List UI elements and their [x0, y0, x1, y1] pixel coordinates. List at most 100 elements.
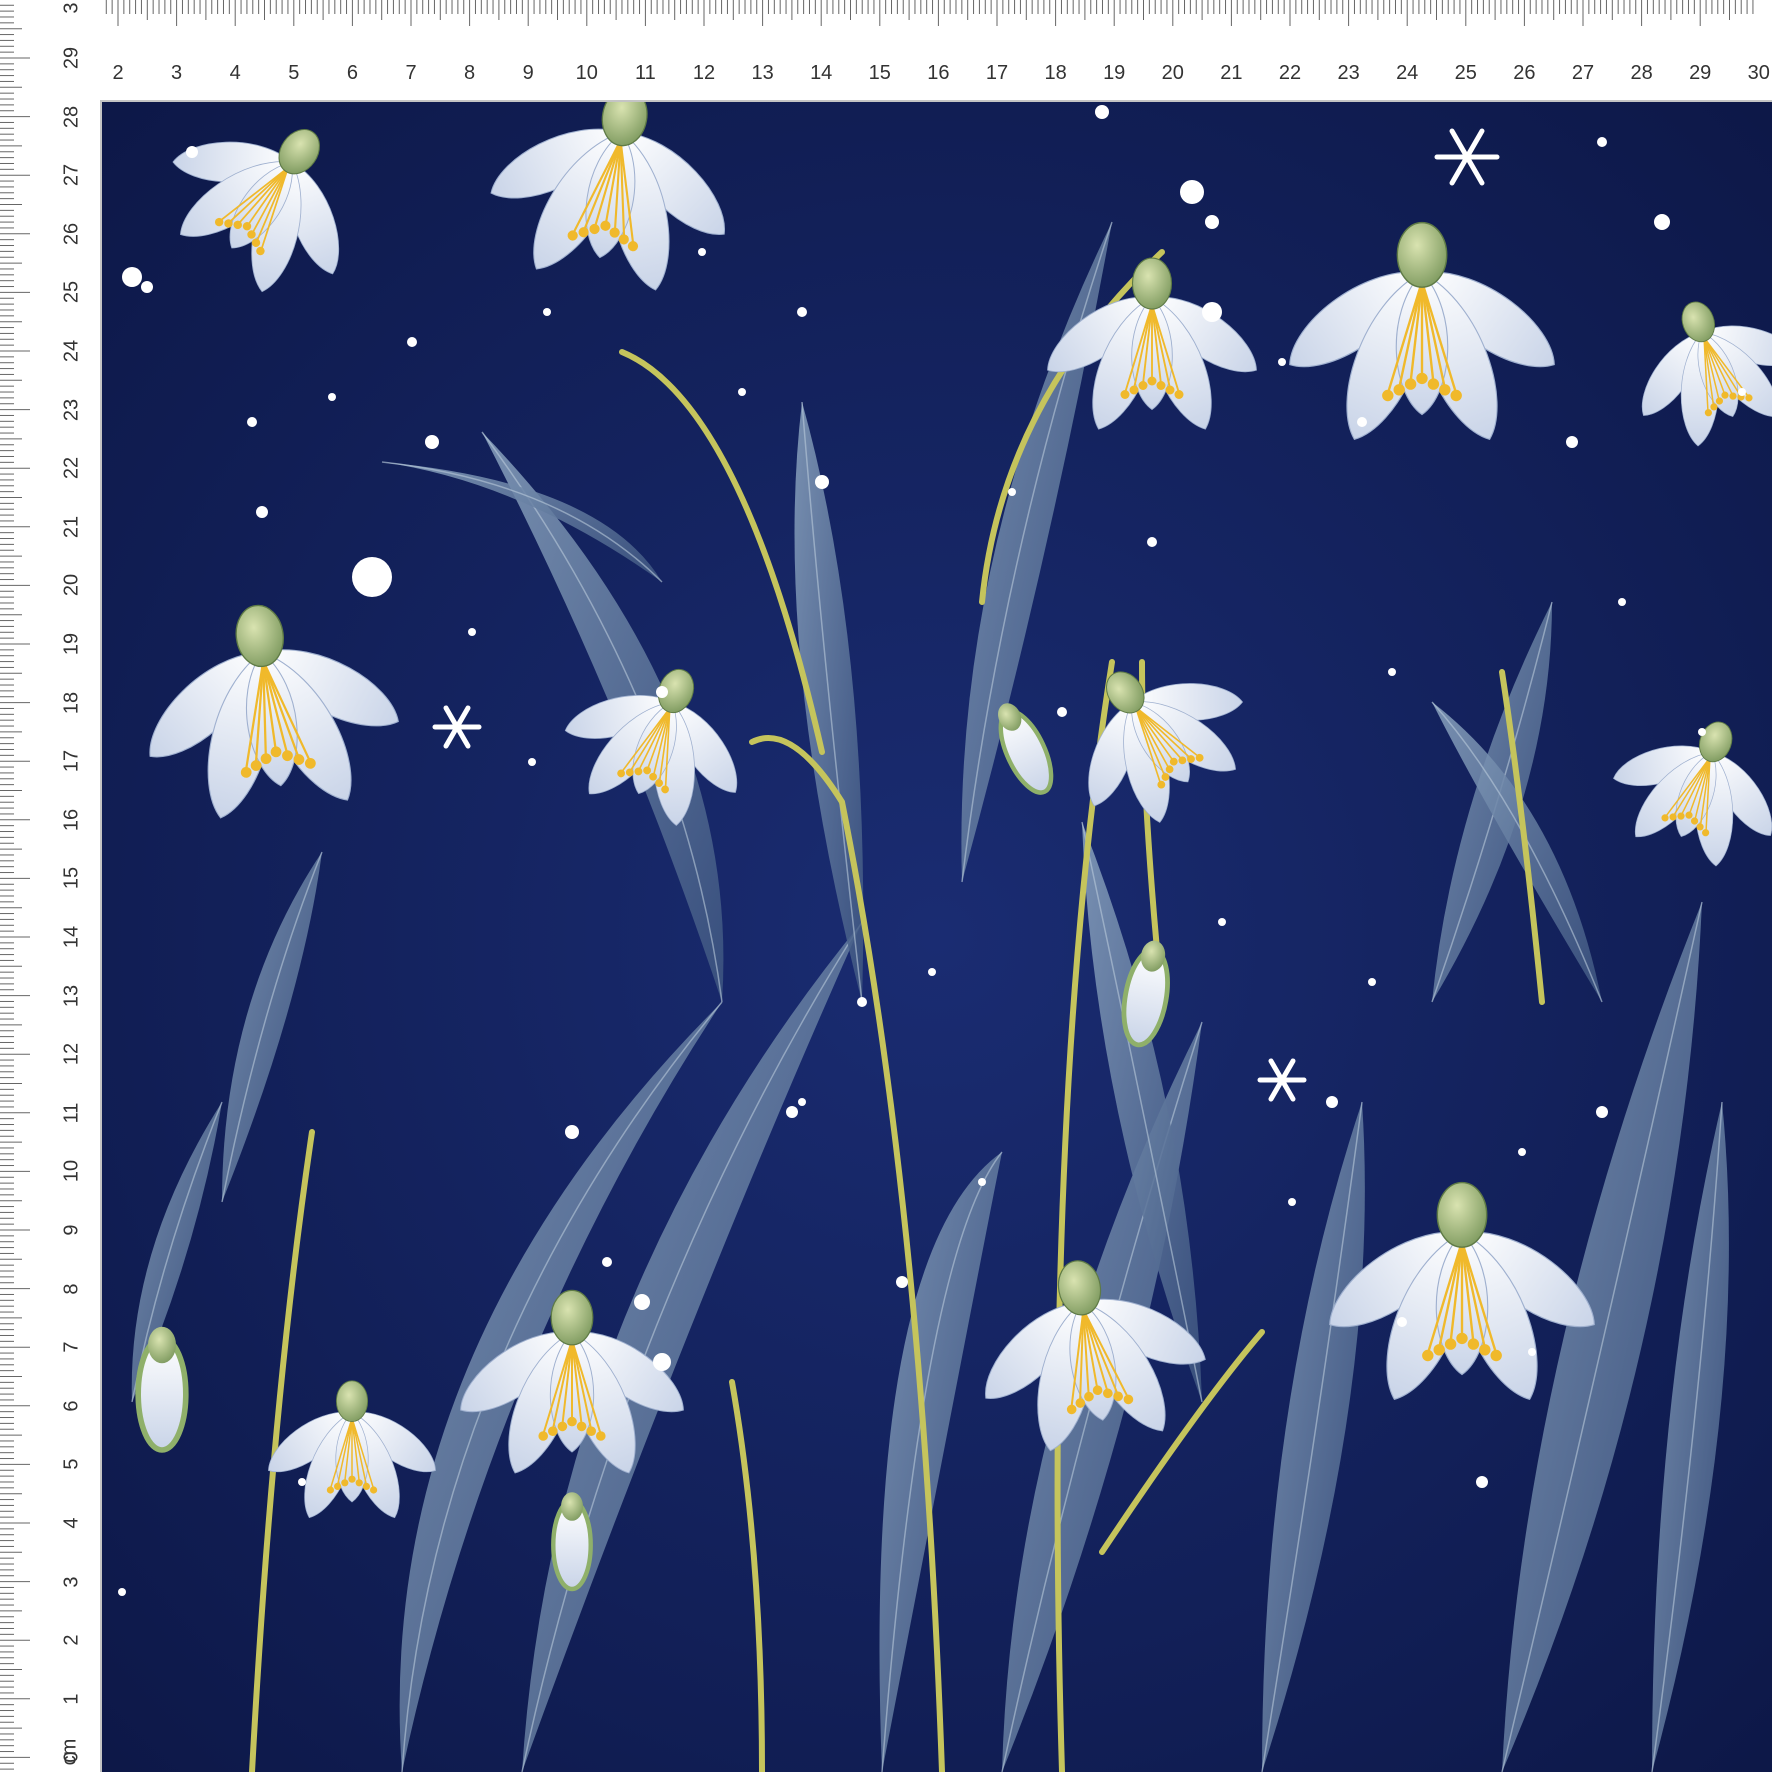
- snow-dot-icon: [186, 146, 198, 158]
- snow-dot-icon: [896, 1276, 908, 1288]
- snow-dot-icon: [118, 1588, 126, 1596]
- top-ruler-label: 14: [810, 62, 833, 84]
- top-ruler-label: 24: [1396, 62, 1419, 84]
- left-ruler-label: 26: [60, 222, 83, 245]
- top-ruler-label: 11: [635, 62, 656, 84]
- snow-dot-icon: [528, 758, 536, 766]
- snow-dot-icon: [468, 628, 476, 636]
- top-ruler-label: 12: [692, 62, 716, 84]
- top-ruler-label: 13: [751, 62, 774, 84]
- snow-dot-icon: [1618, 598, 1626, 606]
- snow-dot-icon: [1528, 1348, 1536, 1356]
- snow-dot-icon: [1008, 488, 1016, 496]
- snow-dot-icon: [1597, 137, 1607, 147]
- snow-dot-icon: [656, 686, 668, 698]
- snow-dot-icon: [1397, 1317, 1407, 1327]
- left-ruler-label: 27: [60, 164, 83, 187]
- snow-dot-icon: [857, 997, 867, 1007]
- top-ruler-label: 23: [1337, 62, 1360, 84]
- snow-dot-icon: [1388, 668, 1396, 676]
- snow-dot-icon: [798, 1098, 806, 1106]
- top-ruler-label: 15: [868, 62, 891, 84]
- snow-dot-icon: [1326, 1096, 1338, 1108]
- snow-dot-icon: [352, 557, 392, 597]
- top-ruler-label: 5: [288, 62, 300, 84]
- left-ruler-label: 1: [60, 1693, 83, 1705]
- left-ruler-label: 24: [60, 339, 83, 363]
- snow-dot-icon: [407, 337, 417, 347]
- snow-dot-icon: [1057, 707, 1067, 717]
- top-ruler-label: 3: [171, 62, 183, 84]
- top-ruler-label: 25: [1454, 62, 1477, 84]
- snow-dot-icon: [1205, 215, 1219, 229]
- top-ruler-label: 9: [522, 62, 534, 84]
- left-ruler-label: 20: [60, 574, 83, 597]
- snow-dot-icon: [1476, 1476, 1488, 1488]
- left-ruler-label: 12: [60, 1043, 83, 1066]
- left-ruler-label: 7: [60, 1341, 83, 1353]
- fabric-pattern-swatch: [102, 102, 1772, 1772]
- left-ruler-label: 29: [60, 46, 83, 70]
- top-ruler-label: 16: [927, 62, 950, 84]
- top-ruler-label: 27: [1571, 62, 1595, 84]
- left-ruler-label: 11: [60, 1102, 83, 1124]
- left-ruler-label: 19: [60, 632, 83, 656]
- snow-dot-icon: [786, 1106, 798, 1118]
- left-ruler-label: 3: [60, 1576, 83, 1588]
- left-ruler-label: 14: [60, 925, 83, 949]
- snow-dot-icon: [698, 248, 706, 256]
- snow-dot-icon: [1095, 105, 1109, 119]
- snow-dot-icon: [1698, 728, 1706, 736]
- left-ruler-label: 13: [60, 984, 83, 1007]
- snow-dot-icon: [122, 267, 142, 287]
- left-ruler-label: 10: [60, 1160, 83, 1183]
- top-ruler-label: 18: [1044, 62, 1067, 84]
- top-ruler-label: 26: [1513, 62, 1536, 84]
- snow-dot-icon: [1218, 918, 1226, 926]
- snow-dot-icon: [602, 1257, 612, 1267]
- snow-dot-icon: [1518, 1148, 1526, 1156]
- snow-dot-icon: [328, 393, 336, 401]
- snow-dot-icon: [738, 388, 746, 396]
- ruler-unit-label: cm: [58, 1738, 81, 1766]
- left-ruler-label: 21: [60, 515, 83, 538]
- top-ruler-label: 29: [1689, 62, 1712, 84]
- left-ruler-label: 23: [60, 398, 83, 421]
- ruler-corner-label: 3: [60, 2, 83, 14]
- snow-dot-icon: [247, 417, 257, 427]
- left-ruler-label: 25: [60, 281, 83, 304]
- left-ruler-label: 6: [60, 1400, 83, 1412]
- snow-dot-icon: [425, 435, 439, 449]
- left-ruler-label: 9: [60, 1224, 83, 1236]
- top-ruler-label: 8: [464, 62, 476, 84]
- top-ruler-label: 21: [1220, 62, 1243, 84]
- left-ruler-ticks: [0, 4, 102, 1772]
- left-ruler-label: 8: [60, 1283, 83, 1295]
- top-ruler-label: 22: [1278, 62, 1302, 84]
- left-ruler: 29 28 27 26 25 24 23 22 21 20 19 18 17 16 15 14 13 12 11 10…: [0, 0, 102, 1772]
- top-ruler-label: 19: [1103, 62, 1126, 84]
- top-ruler: 2 3 4 5 6 7 8 9 10 11 12 13 14 15 16 17 18 19 20 21 22 23 24 25…: [0, 0, 1772, 102]
- snow-dot-icon: [1357, 417, 1367, 427]
- snow-dot-icon: [565, 1125, 579, 1139]
- left-ruler-label: 5: [60, 1458, 83, 1470]
- snow-dot-icon: [1202, 302, 1222, 322]
- snow-dot-icon: [141, 281, 153, 293]
- left-ruler-label: 17: [60, 750, 83, 773]
- left-ruler-label: 15: [60, 867, 83, 890]
- top-ruler-label: 10: [575, 62, 598, 84]
- snow-dot-icon: [1738, 388, 1746, 396]
- snow-dot-icon: [797, 307, 807, 317]
- snow-dot-icon: [653, 1353, 671, 1371]
- top-ruler-label: 7: [405, 62, 417, 84]
- snow-dot-icon: [1596, 1106, 1608, 1118]
- snow-dot-icon: [256, 506, 268, 518]
- snow-dot-icon: [978, 1178, 986, 1186]
- snow-dot-icon: [1147, 537, 1157, 547]
- left-ruler-label: 28: [60, 105, 83, 128]
- snow-dot-icon: [1288, 1198, 1296, 1206]
- snow-dot-icon: [634, 1294, 650, 1310]
- left-ruler-label: 4: [60, 1517, 83, 1529]
- snow-dot-icon: [815, 475, 829, 489]
- snow-dot-icon: [1368, 978, 1376, 986]
